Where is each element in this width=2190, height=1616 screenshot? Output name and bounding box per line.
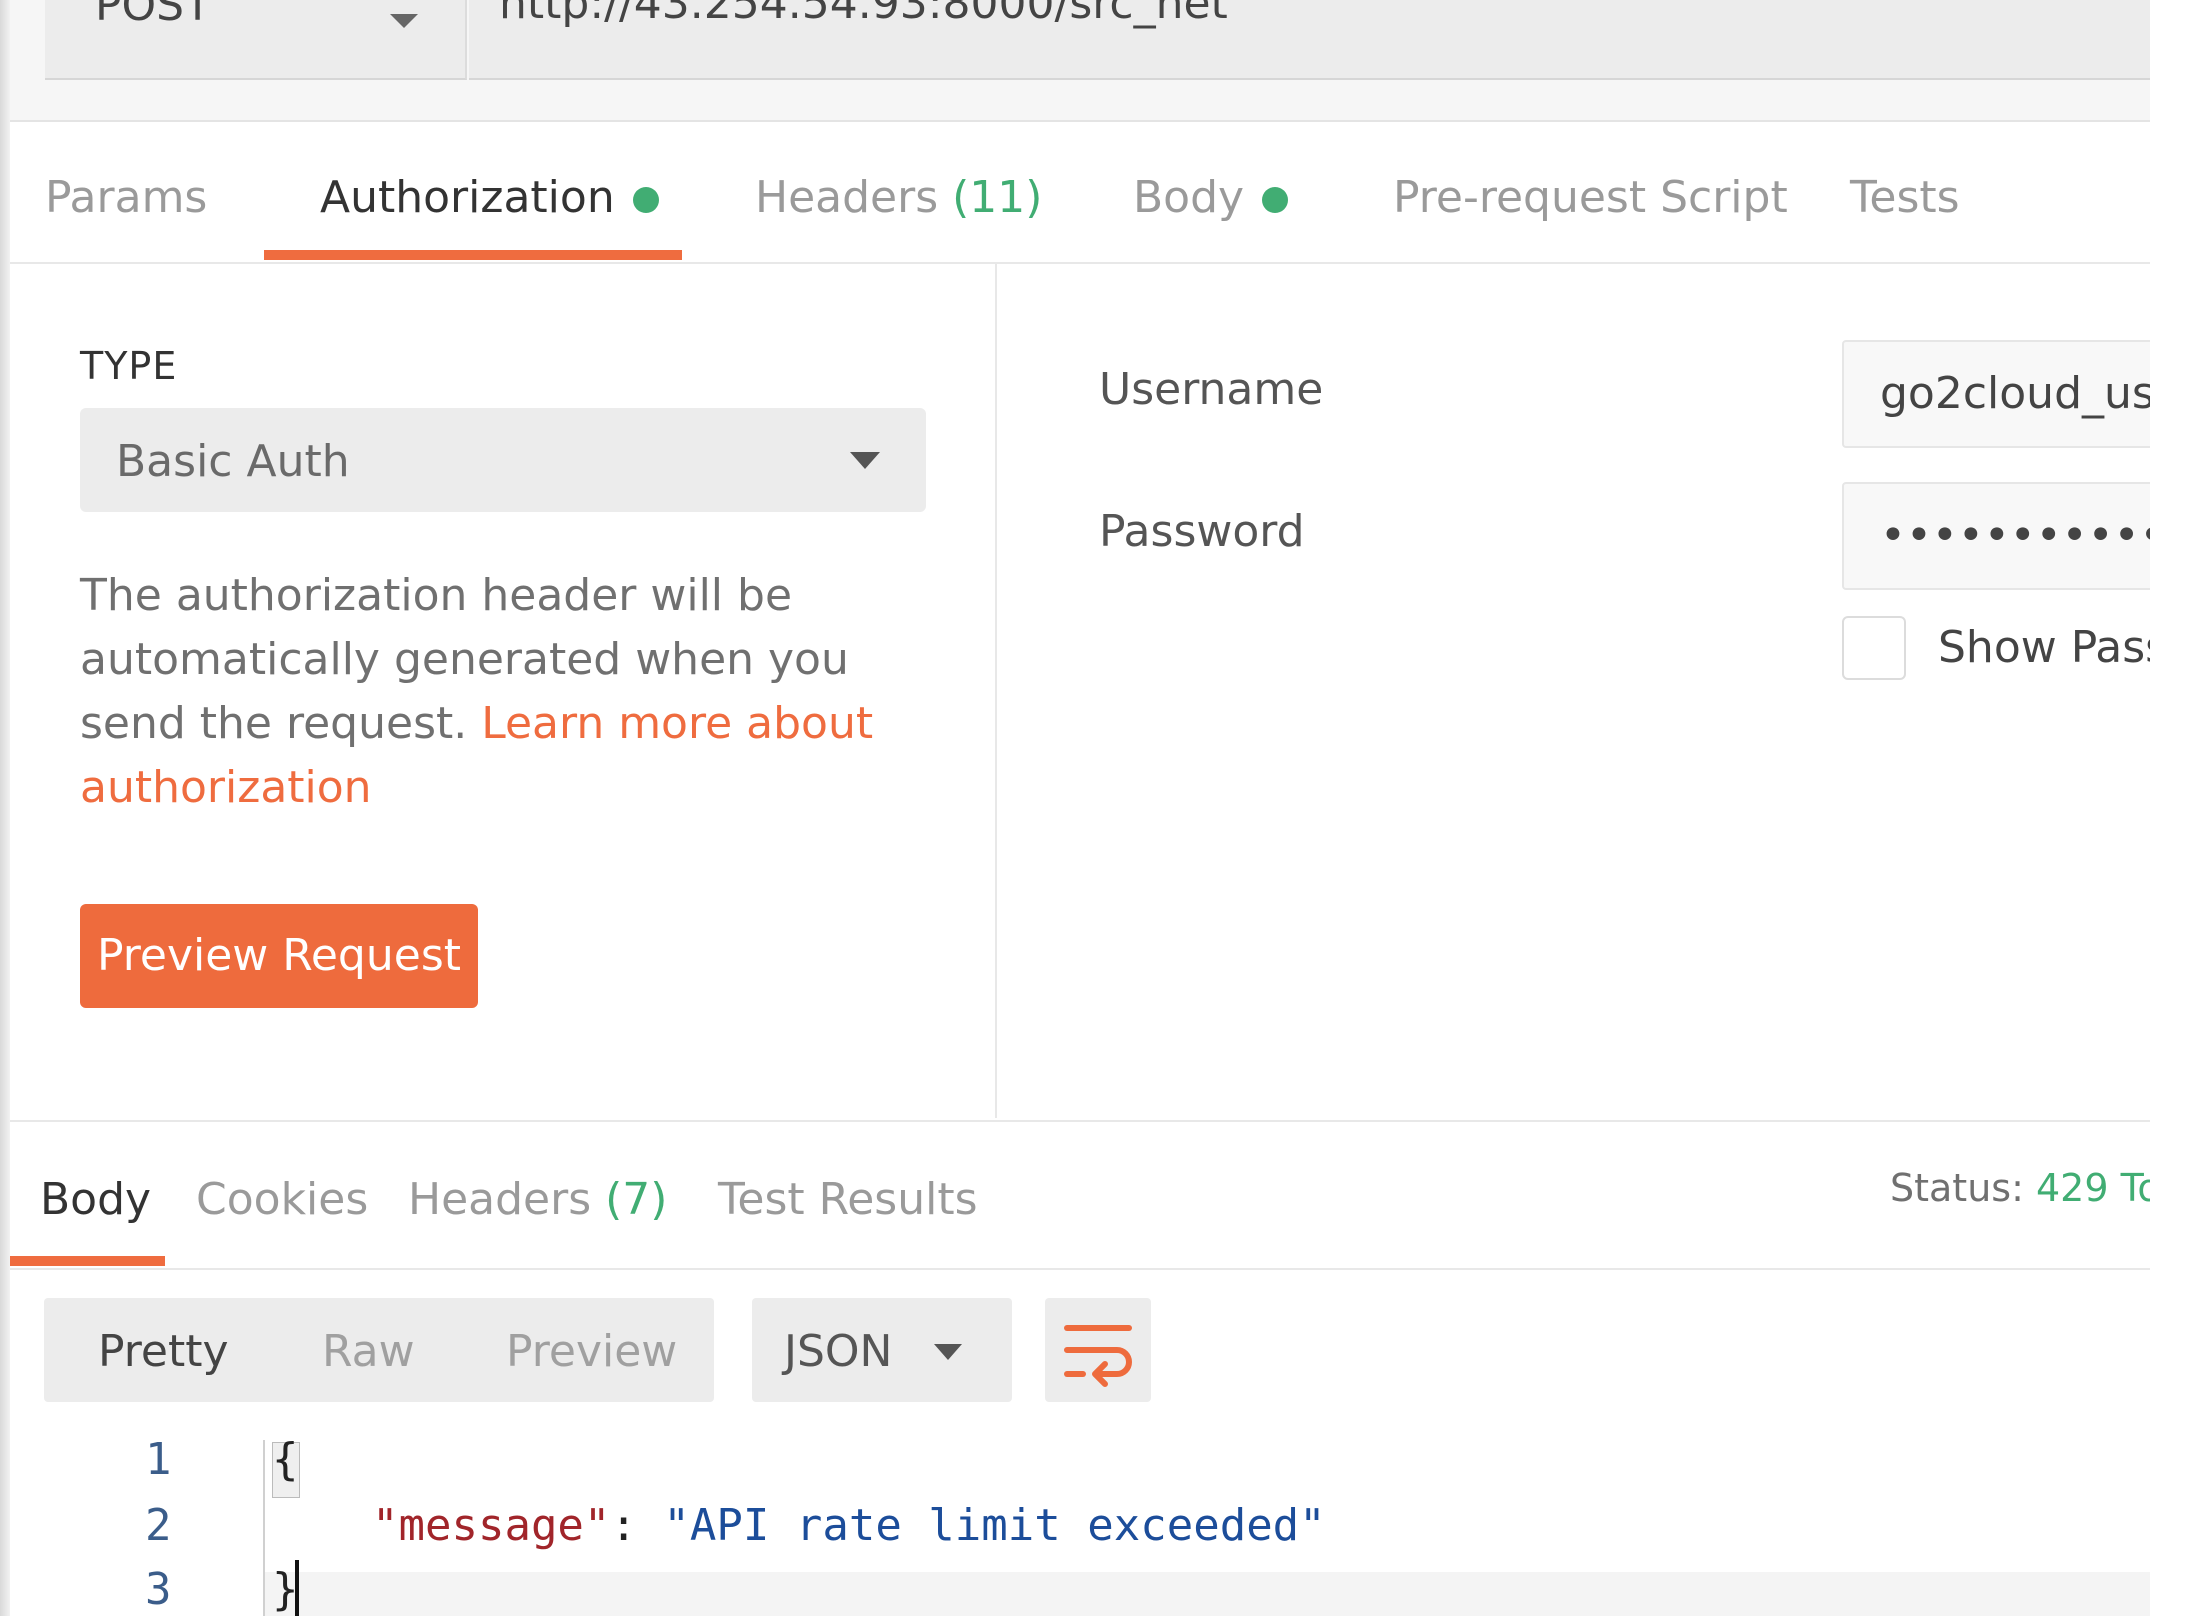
tab-tests[interactable]: Tests: [1850, 172, 1960, 223]
wrap-lines-button[interactable]: [1045, 1298, 1151, 1402]
method-select[interactable]: POST: [45, 0, 467, 80]
format-raw[interactable]: Raw: [322, 1326, 415, 1377]
method-value: POST: [95, 0, 211, 31]
show-password-checkbox[interactable]: [1842, 616, 1906, 680]
type-label: TYPE: [80, 344, 178, 388]
wrap-lines-icon: [1064, 1325, 1132, 1387]
username-value: go2cloud_use: [1880, 368, 2166, 419]
show-password-label[interactable]: Show Pass: [1938, 622, 2168, 673]
json-string-value: "API rate limit exceeded": [663, 1500, 1326, 1551]
json-colon: :: [610, 1500, 664, 1551]
response-tab-test-results[interactable]: Test Results: [718, 1174, 978, 1225]
format-preview[interactable]: Preview: [506, 1326, 677, 1377]
headers-count: (11): [952, 172, 1043, 223]
response-tabs: Body Cookies Headers (7) Test Results St…: [10, 1120, 2161, 1270]
active-tab-indicator: [264, 250, 682, 260]
tab-headers[interactable]: Headers (11): [755, 172, 1042, 223]
code-open-brace: {: [272, 1434, 299, 1485]
chevron-down-icon: [850, 452, 880, 469]
auth-description: The authorization header will be automat…: [80, 564, 940, 820]
active-dot-icon: [632, 187, 659, 213]
username-label: Username: [1099, 364, 1324, 415]
indent-guide: [263, 1440, 265, 1616]
active-dot-icon: [1262, 187, 1289, 213]
auth-type-select[interactable]: Basic Auth: [80, 408, 926, 512]
tab-params[interactable]: Params: [45, 172, 207, 223]
response-code-editor[interactable]: 1 2 3 { "message": "API rate limit excee…: [10, 1430, 2160, 1616]
current-line-highlight: [263, 1572, 2160, 1616]
response-headers-count: (7): [605, 1174, 668, 1225]
json-key: "message": [372, 1500, 611, 1551]
auth-type-panel: TYPE Basic Auth The authorization header…: [10, 264, 997, 1118]
status-code: 429 To: [2035, 1166, 2161, 1210]
text-cursor: [295, 1560, 299, 1616]
window-right-margin: [2150, 0, 2190, 1616]
format-pretty[interactable]: Pretty: [98, 1326, 229, 1377]
language-value: JSON: [784, 1326, 893, 1377]
response-tab-cookies[interactable]: Cookies: [196, 1174, 368, 1225]
line-number: 1: [145, 1434, 172, 1485]
tab-authorization[interactable]: Authorization: [320, 172, 659, 223]
preview-request-button[interactable]: Preview Request: [80, 904, 478, 1008]
tab-pre-request-script[interactable]: Pre-request Script: [1393, 172, 1788, 223]
url-value: http://43.254.54.93:8000/src_net: [499, 0, 1228, 29]
response-status: Status: 429 To: [1890, 1166, 2161, 1210]
request-bar: POST http://43.254.54.93:8000/src_net: [10, 0, 2160, 122]
active-response-tab-indicator: [10, 1256, 165, 1266]
tab-body[interactable]: Body: [1133, 172, 1289, 223]
password-label: Password: [1099, 506, 1305, 557]
username-input[interactable]: go2cloud_use: [1842, 340, 2166, 448]
auth-type-value: Basic Auth: [116, 436, 350, 487]
auth-credentials-panel: Username go2cloud_use Password •••••••••…: [997, 264, 2168, 1118]
line-number: 3: [145, 1564, 172, 1615]
code-line-message: "message": "API rate limit exceeded": [372, 1500, 1326, 1551]
status-label: Status:: [1890, 1166, 2024, 1210]
chevron-down-icon: [390, 14, 418, 28]
response-tab-headers[interactable]: Headers (7): [408, 1174, 667, 1225]
language-select[interactable]: JSON: [752, 1298, 1012, 1402]
password-value: ••••••••••••: [1880, 510, 2166, 561]
request-tabs: Params Authorization Headers (11) Body P…: [10, 122, 2150, 264]
line-number: 2: [145, 1500, 172, 1551]
response-tab-body[interactable]: Body: [40, 1174, 151, 1225]
url-input[interactable]: http://43.254.54.93:8000/src_net: [469, 0, 2160, 80]
chevron-down-icon: [934, 1344, 962, 1360]
window-left-edge: [0, 0, 10, 1616]
password-input[interactable]: ••••••••••••: [1842, 482, 2166, 590]
format-selector: Pretty Raw Preview: [44, 1298, 714, 1402]
